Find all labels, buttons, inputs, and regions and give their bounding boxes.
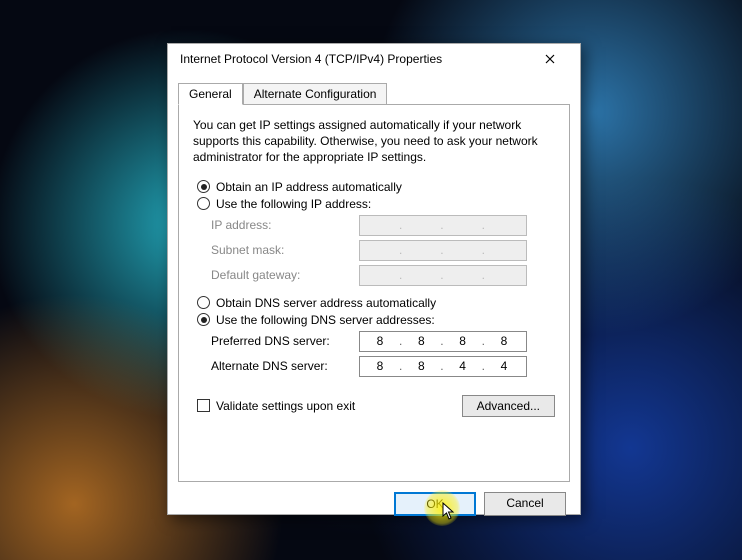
- intro-text: You can get IP settings assigned automat…: [193, 117, 555, 166]
- ip-fields: IP address: ... Subnet mask: ... Default…: [211, 215, 555, 286]
- radio-dns-auto-label: Obtain DNS server address automatically: [216, 296, 436, 310]
- tab-alternate-configuration[interactable]: Alternate Configuration: [243, 83, 388, 105]
- radio-dns-manual-row[interactable]: Use the following DNS server addresses:: [197, 313, 555, 327]
- validate-label: Validate settings upon exit: [216, 399, 355, 413]
- radio-ip-auto-row[interactable]: Obtain an IP address automatically: [197, 180, 555, 194]
- radio-dns-auto[interactable]: [197, 296, 210, 309]
- default-gateway-input: ...: [359, 265, 527, 286]
- window-title: Internet Protocol Version 4 (TCP/IPv4) P…: [180, 52, 530, 66]
- tab-content: You can get IP settings assigned automat…: [178, 104, 570, 482]
- ip-address-input: ...: [359, 215, 527, 236]
- dialog-button-bar: OK Cancel: [168, 492, 580, 516]
- default-gateway-label: Default gateway:: [211, 268, 359, 282]
- alternate-dns-input[interactable]: 8. 8. 4. 4: [359, 356, 527, 377]
- radio-dns-manual-label: Use the following DNS server addresses:: [216, 313, 435, 327]
- radio-dns-auto-row[interactable]: Obtain DNS server address automatically: [197, 296, 555, 310]
- ipv4-properties-dialog: Internet Protocol Version 4 (TCP/IPv4) P…: [167, 43, 581, 515]
- radio-ip-manual-label: Use the following IP address:: [216, 197, 371, 211]
- validate-checkbox[interactable]: [197, 399, 210, 412]
- radio-ip-manual[interactable]: [197, 197, 210, 210]
- tabs-container: General Alternate Configuration: [168, 74, 580, 104]
- close-button[interactable]: [530, 45, 570, 73]
- cancel-button[interactable]: Cancel: [484, 492, 566, 516]
- subnet-mask-input: ...: [359, 240, 527, 261]
- dns-fields: Preferred DNS server: 8. 8. 8. 8 Alterna…: [211, 331, 555, 377]
- validate-checkbox-row[interactable]: Validate settings upon exit: [197, 399, 355, 413]
- radio-ip-auto[interactable]: [197, 180, 210, 193]
- preferred-dns-input[interactable]: 8. 8. 8. 8: [359, 331, 527, 352]
- radio-dns-manual[interactable]: [197, 313, 210, 326]
- radio-ip-manual-row[interactable]: Use the following IP address:: [197, 197, 555, 211]
- advanced-button[interactable]: Advanced...: [462, 395, 555, 417]
- close-icon: [545, 54, 555, 64]
- preferred-dns-label: Preferred DNS server:: [211, 334, 359, 348]
- radio-ip-auto-label: Obtain an IP address automatically: [216, 180, 402, 194]
- ok-button[interactable]: OK: [394, 492, 476, 516]
- subnet-mask-label: Subnet mask:: [211, 243, 359, 257]
- tab-general[interactable]: General: [178, 83, 243, 105]
- titlebar: Internet Protocol Version 4 (TCP/IPv4) P…: [168, 44, 580, 74]
- alternate-dns-label: Alternate DNS server:: [211, 359, 359, 373]
- ip-address-label: IP address:: [211, 218, 359, 232]
